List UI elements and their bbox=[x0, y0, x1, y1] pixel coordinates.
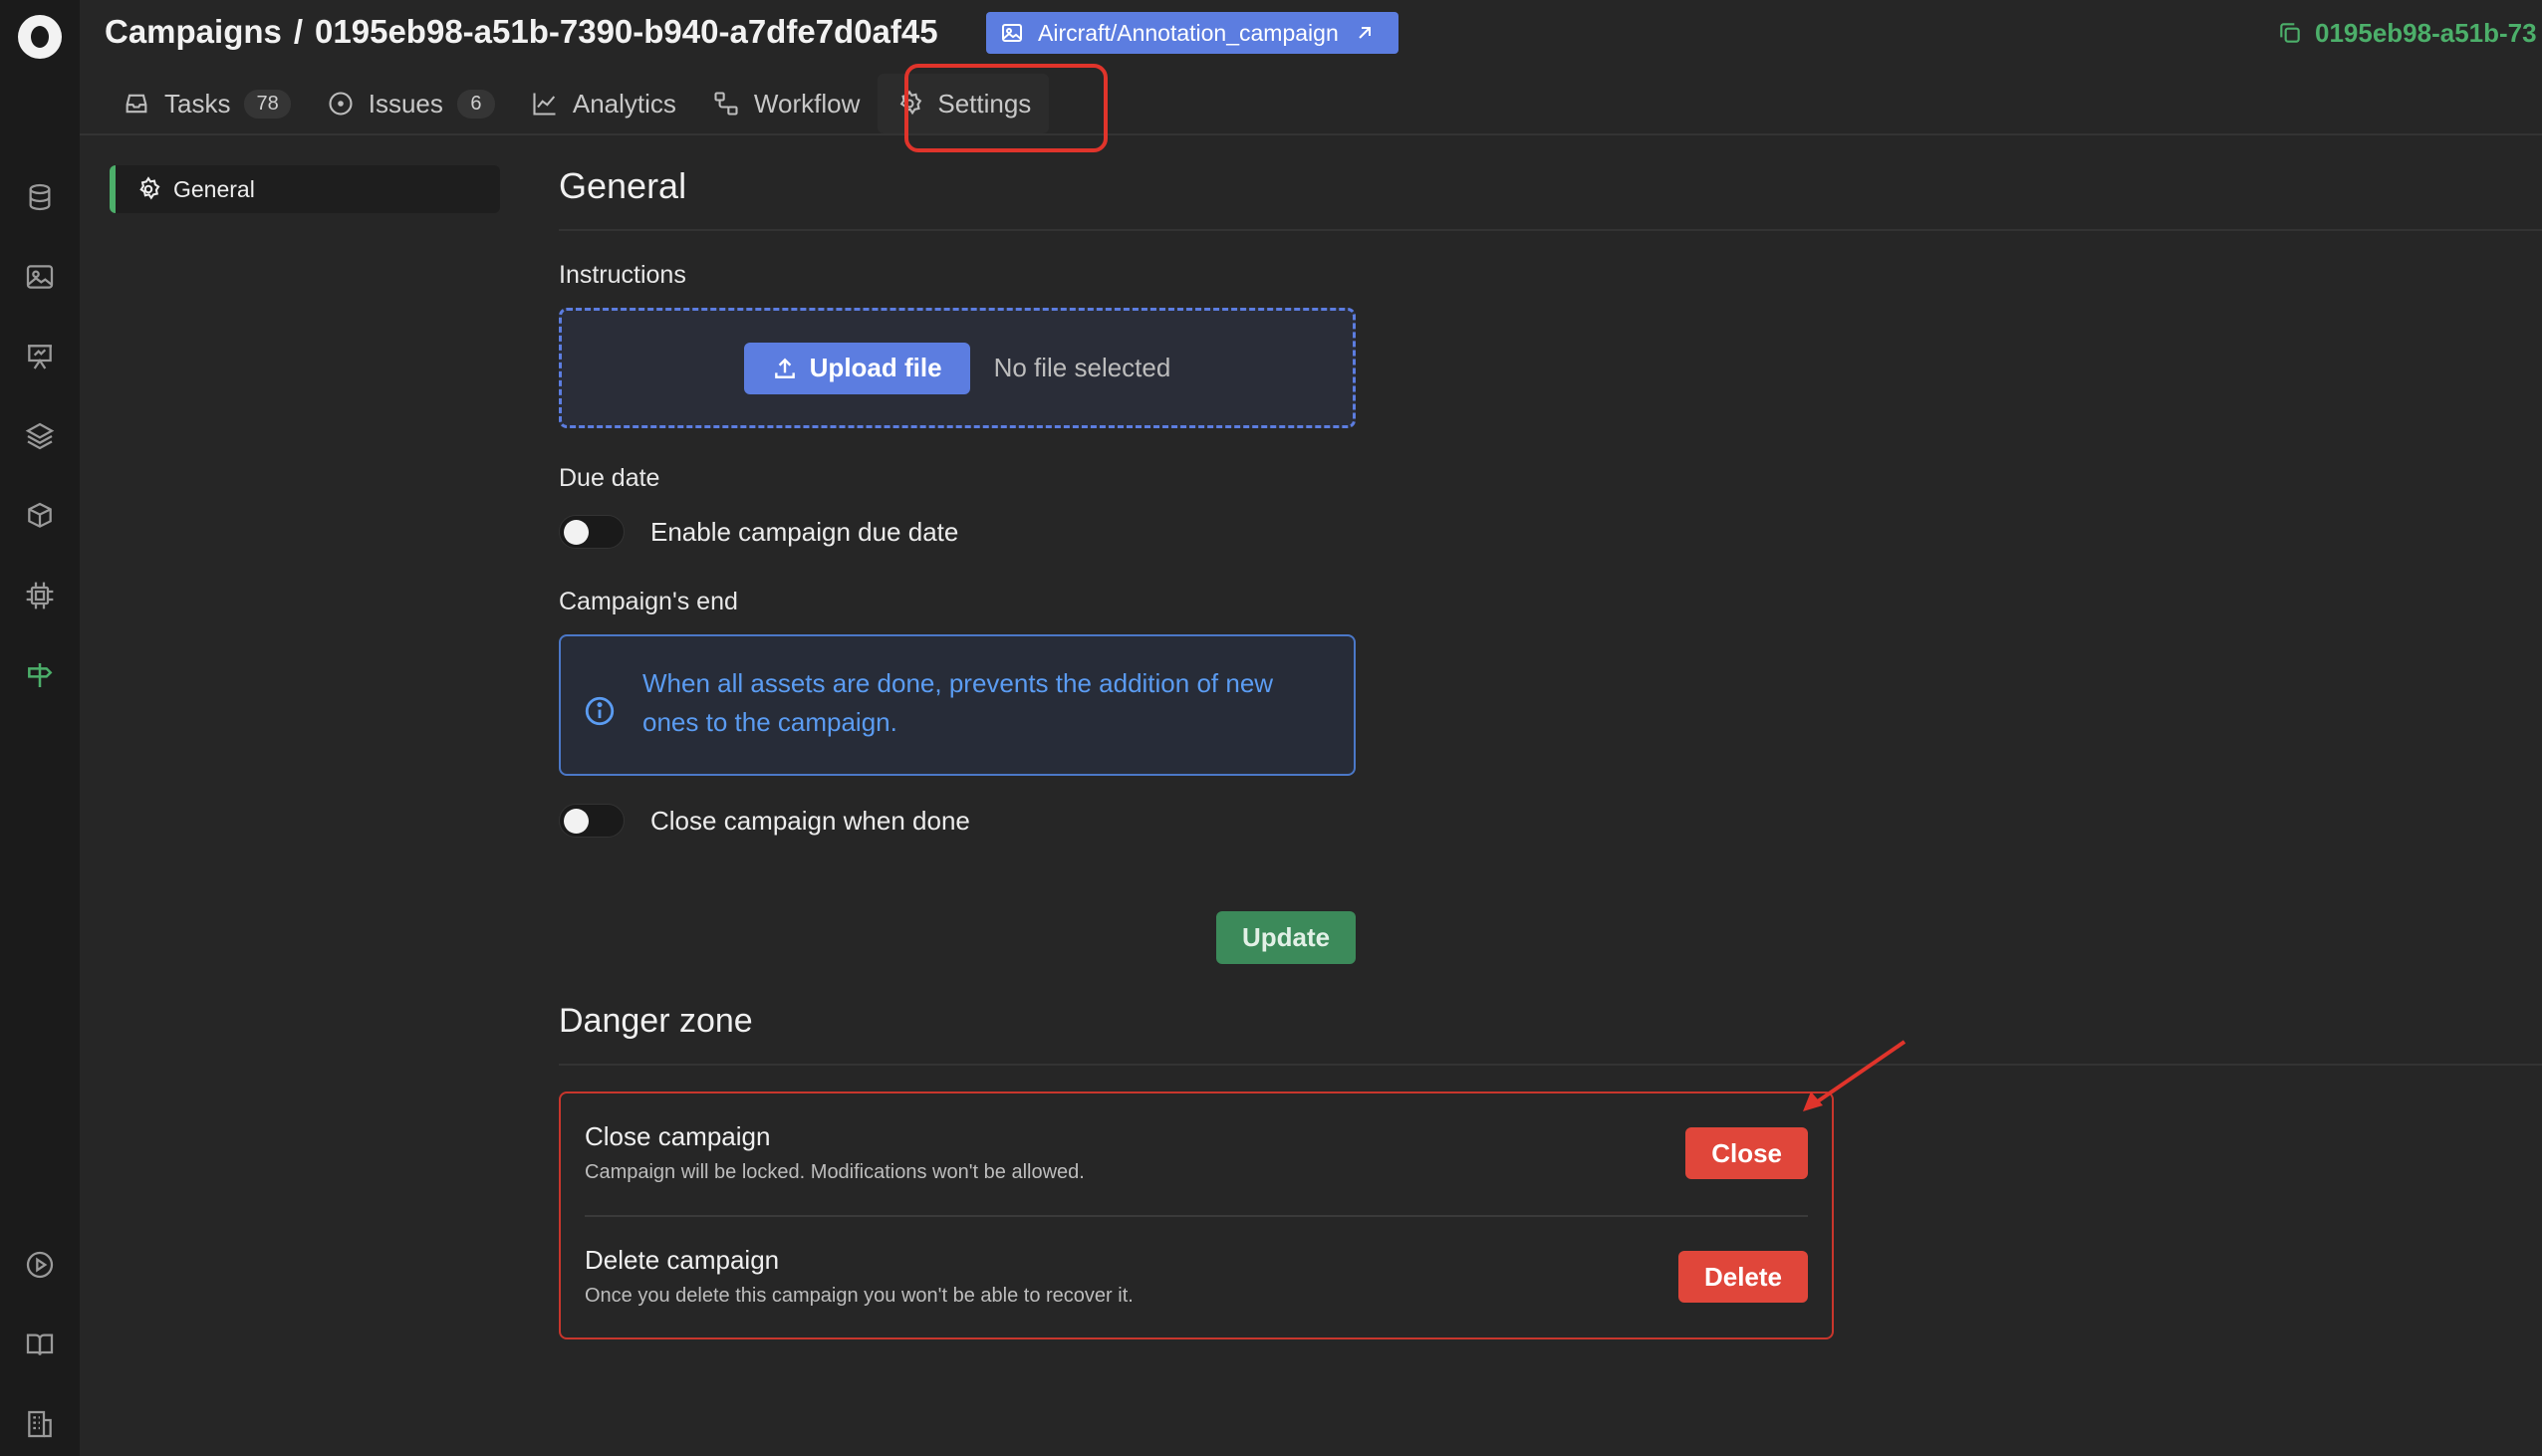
left-rail bbox=[0, 0, 80, 1456]
book-icon[interactable] bbox=[24, 1329, 56, 1360]
tab-analytics-label: Analytics bbox=[572, 88, 676, 119]
upload-icon bbox=[772, 356, 798, 381]
settings-nav-general[interactable]: General bbox=[110, 165, 500, 213]
no-file-text: No file selected bbox=[993, 353, 1171, 382]
copy-icon bbox=[2277, 20, 2303, 46]
tasks-count-badge: 78 bbox=[244, 89, 291, 119]
workflow-icon bbox=[712, 90, 740, 118]
close-campaign-desc: Campaign will be locked. Modifications w… bbox=[585, 1161, 1085, 1183]
danger-zone-divider bbox=[559, 1064, 2542, 1066]
issue-icon bbox=[327, 90, 355, 118]
campaign-end-info-text: When all assets are done, prevents the a… bbox=[642, 668, 1274, 737]
gear-icon bbox=[895, 90, 923, 118]
campaign-tabs: Tasks 78 Issues 6 Analytics Workflow Set… bbox=[105, 74, 1050, 133]
database-icon[interactable] bbox=[24, 181, 56, 213]
building-icon[interactable] bbox=[24, 1408, 56, 1440]
campaign-end-label: Campaign's end bbox=[559, 588, 738, 615]
close-campaign-title: Close campaign bbox=[585, 1121, 771, 1151]
tab-issues-label: Issues bbox=[368, 88, 443, 119]
image-icon bbox=[1000, 21, 1024, 45]
breadcrumb-campaigns[interactable]: Campaigns bbox=[105, 13, 282, 51]
page-title: General bbox=[559, 165, 687, 206]
issues-count-badge: 6 bbox=[456, 89, 495, 119]
campaign-id-title: 0195eb98-a51b-7390-b940-a7dfe7d0af45 bbox=[315, 13, 938, 50]
copy-campaign-id[interactable]: 0195eb98-a51b-73 bbox=[2277, 14, 2537, 52]
gear-icon bbox=[135, 176, 161, 202]
delete-campaign-desc: Once you delete this campaign you won't … bbox=[585, 1285, 1134, 1307]
settings-nav-general-label: General bbox=[173, 175, 255, 202]
update-button[interactable]: Update bbox=[1216, 911, 1356, 964]
tabs-divider bbox=[80, 133, 2542, 135]
upload-file-button[interactable]: Upload file bbox=[743, 342, 970, 394]
close-campaign-row: Close campaign Campaign will be locked. … bbox=[585, 1093, 1808, 1217]
upload-file-label: Upload file bbox=[809, 353, 942, 382]
close-when-done-toggle[interactable] bbox=[559, 804, 625, 838]
due-date-toggle[interactable] bbox=[559, 515, 625, 549]
tab-tasks[interactable]: Tasks 78 bbox=[105, 74, 309, 133]
inbox-icon bbox=[123, 90, 150, 118]
external-link-icon bbox=[1353, 21, 1377, 45]
signpost-icon[interactable] bbox=[24, 659, 56, 691]
delete-campaign-button[interactable]: Delete bbox=[1677, 1251, 1808, 1303]
due-date-toggle-label: Enable campaign due date bbox=[650, 516, 959, 547]
danger-zone-box: Close campaign Campaign will be locked. … bbox=[559, 1092, 1834, 1339]
tab-workflow[interactable]: Workflow bbox=[694, 74, 878, 133]
tab-settings-label: Settings bbox=[937, 88, 1032, 119]
breadcrumb: Campaigns / 0195eb98-a51b-7390-b940-a7df… bbox=[105, 10, 938, 54]
tab-tasks-label: Tasks bbox=[164, 88, 231, 119]
copy-id-text: 0195eb98-a51b-73 bbox=[2315, 17, 2537, 48]
tab-settings[interactable]: Settings bbox=[878, 74, 1050, 133]
dataset-chip-label: Aircraft/Annotation_campaign bbox=[1038, 19, 1339, 46]
close-campaign-button[interactable]: Close bbox=[1685, 1127, 1808, 1179]
chip-icon[interactable] bbox=[24, 580, 56, 611]
campaign-end-info: When all assets are done, prevents the a… bbox=[559, 634, 1356, 776]
presentation-icon[interactable] bbox=[24, 341, 56, 372]
info-icon bbox=[583, 664, 617, 728]
close-when-done-row: Close campaign when done bbox=[559, 803, 970, 839]
instructions-dropzone[interactable]: Upload file No file selected bbox=[559, 308, 1356, 428]
chart-icon bbox=[531, 90, 559, 118]
title-divider bbox=[559, 229, 2542, 231]
tab-analytics[interactable]: Analytics bbox=[513, 74, 694, 133]
due-date-label: Due date bbox=[559, 464, 660, 492]
layers-icon[interactable] bbox=[24, 420, 56, 452]
play-circle-icon[interactable] bbox=[24, 1249, 56, 1281]
breadcrumb-separator: / bbox=[293, 13, 304, 50]
danger-zone-title: Danger zone bbox=[559, 1002, 753, 1040]
tab-issues[interactable]: Issues 6 bbox=[309, 74, 513, 133]
close-when-done-label: Close campaign when done bbox=[650, 805, 970, 836]
due-date-toggle-row: Enable campaign due date bbox=[559, 514, 958, 550]
app-logo[interactable] bbox=[18, 15, 62, 59]
delete-campaign-title: Delete campaign bbox=[585, 1245, 780, 1275]
image-icon[interactable] bbox=[24, 261, 56, 293]
instructions-label: Instructions bbox=[559, 261, 686, 289]
box-icon[interactable] bbox=[24, 500, 56, 532]
delete-campaign-row: Delete campaign Once you delete this cam… bbox=[585, 1217, 1808, 1340]
tab-workflow-label: Workflow bbox=[753, 88, 861, 119]
dataset-link-chip[interactable]: Aircraft/Annotation_campaign bbox=[986, 12, 1398, 54]
